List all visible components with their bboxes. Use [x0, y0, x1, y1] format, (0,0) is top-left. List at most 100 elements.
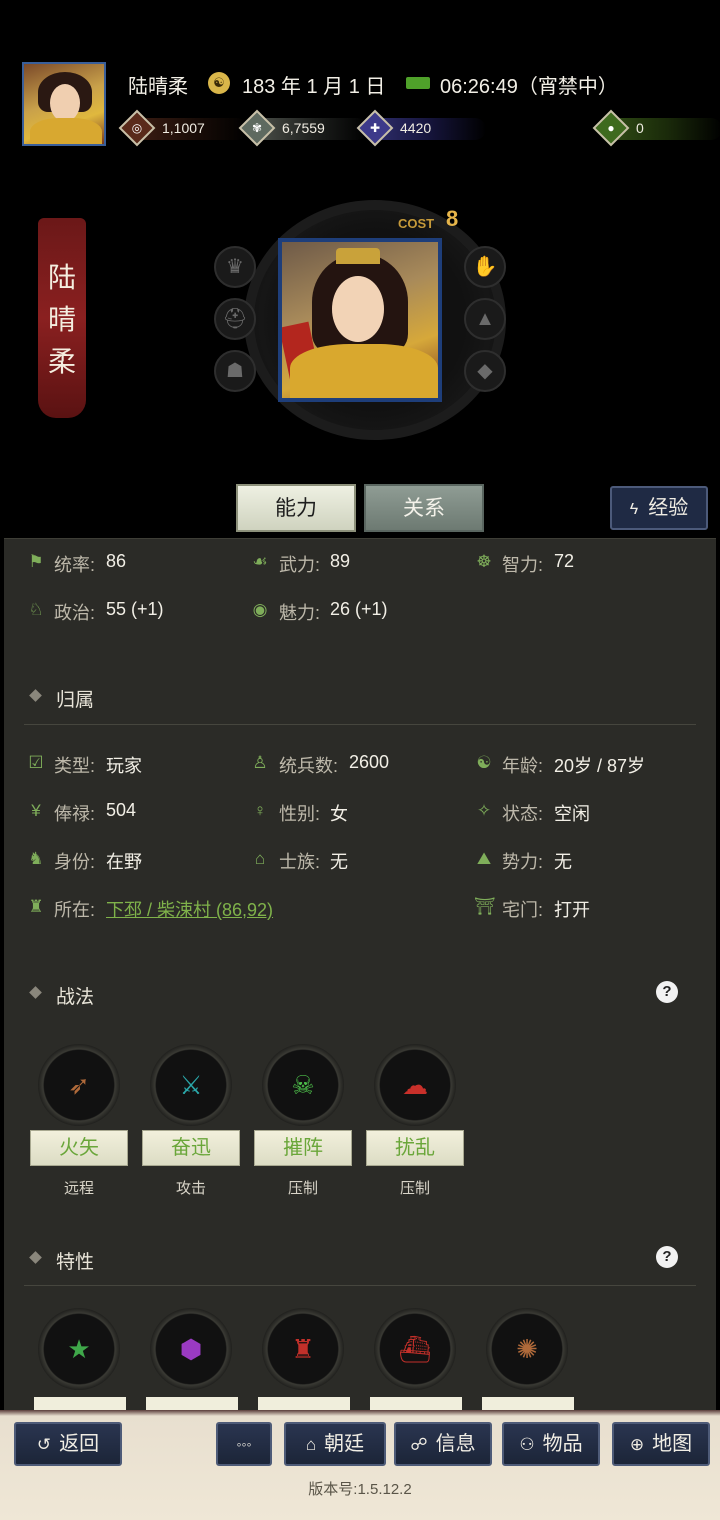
name-banner: 陆 晴 柔 — [38, 218, 86, 418]
trait-tag — [258, 1397, 350, 1411]
type-icon: ☑ — [28, 753, 44, 772]
info-label: 统兵数: — [279, 756, 339, 776]
trait-tag — [370, 1397, 462, 1411]
portrait-crown — [336, 248, 380, 264]
help-icon[interactable]: ? — [656, 1246, 678, 1268]
trait-tag — [34, 1397, 126, 1411]
trait-item[interactable]: ⬢ — [150, 1308, 232, 1390]
stat-label: 智力: — [502, 555, 544, 575]
stat-value: 55 (+1) — [106, 599, 164, 619]
cost-label: COST — [398, 216, 435, 231]
break-formation-icon: ☠ — [291, 1070, 315, 1100]
more-button[interactable]: ◦◦◦ — [216, 1422, 272, 1466]
muscle-icon: ☙ — [252, 552, 268, 571]
info-value: 504 — [106, 800, 137, 820]
tab-relation[interactable]: 关系 — [364, 484, 484, 532]
info-label: 俸禄: — [54, 804, 96, 824]
info-value: 在野 — [106, 852, 142, 872]
tactic-name[interactable]: 扰乱 — [366, 1130, 464, 1166]
tab-ability[interactable]: 能力 — [236, 484, 356, 532]
info-label: 士族: — [279, 852, 321, 872]
tactic-name[interactable]: 火矢 — [30, 1130, 128, 1166]
warship-icon: ⛴ — [398, 1334, 432, 1364]
name-char: 晴 — [47, 304, 76, 335]
explosion-icon: ✺ — [516, 1334, 538, 1364]
trait-item[interactable]: ⛴ — [374, 1308, 456, 1390]
section-title-traits: 特性 — [56, 1252, 95, 1273]
stat-value: 86 — [106, 551, 127, 571]
gate-icon: ⛩ — [474, 897, 496, 916]
fire-arrow-icon: ➶ — [68, 1070, 90, 1100]
detail-panel[interactable] — [4, 538, 716, 1421]
divider — [24, 724, 696, 725]
info-button[interactable]: ☍ 信息 — [394, 1422, 492, 1466]
horse-icon — [406, 77, 430, 89]
tactic-name[interactable]: 奋迅 — [142, 1130, 240, 1166]
portrait-robe — [290, 344, 438, 398]
crossed-swords-icon: ⚔ — [179, 1070, 203, 1100]
info-value: 2600 — [349, 752, 390, 772]
version-label: 版本号:1.5.12.2 — [308, 1481, 412, 1498]
troops-icon: ♙ — [252, 753, 268, 772]
graduation-cap-icon[interactable]: ◆ — [464, 350, 506, 392]
back-button[interactable]: ↺ 返回 — [14, 1422, 122, 1466]
player-avatar[interactable] — [22, 62, 106, 146]
brain-icon: ☸ — [476, 552, 492, 571]
grain-icon: ✾ — [238, 109, 276, 147]
money-bag-icon: ● — [592, 109, 630, 147]
tactic-type: 攻击 — [175, 1180, 206, 1197]
info-value: 女 — [330, 804, 348, 824]
tactic-type: 压制 — [287, 1180, 318, 1197]
player-name: 陆晴柔 — [128, 76, 188, 98]
trait-item[interactable]: ✺ — [486, 1308, 568, 1390]
portrait-face — [332, 276, 384, 342]
divider — [24, 1285, 696, 1286]
info-label: 身份: — [54, 852, 96, 872]
crown-icon[interactable]: ♛ — [214, 246, 256, 288]
resource-value: 0 — [636, 120, 644, 136]
gender-icon: ♀ — [253, 801, 267, 820]
tactic-break-formation[interactable]: ☠ — [262, 1044, 344, 1126]
helmet-icon[interactable]: ⛑ — [214, 298, 256, 340]
trait-item[interactable]: ♜ — [262, 1308, 344, 1390]
trait-tag — [146, 1397, 238, 1411]
info-label: 状态: — [502, 804, 544, 824]
info-label: 类型: — [54, 756, 96, 776]
trait-item[interactable]: ★ — [38, 1308, 120, 1390]
character-portrait — [278, 238, 442, 402]
stat-label: 政治: — [54, 603, 96, 623]
info-value: 20岁 / 87岁 — [554, 756, 646, 776]
name-char: 陆 — [47, 262, 76, 293]
resource-value: 4420 — [400, 120, 432, 136]
avatar-robe — [30, 118, 102, 144]
tactic-swift-strike[interactable]: ⚔ — [150, 1044, 232, 1126]
mask-icon[interactable]: ☗ — [214, 350, 256, 392]
hat-icon[interactable]: ▲ — [464, 298, 506, 340]
rock-icon: ⬢ — [179, 1334, 203, 1364]
help-icon[interactable]: ? — [656, 981, 678, 1003]
avatar-face — [50, 84, 80, 122]
politics-icon: ♘ — [28, 600, 44, 619]
salary-icon: ¥ — [31, 801, 41, 820]
back-arrow-icon: ↺ — [36, 1435, 52, 1454]
info-label: 性别: — [279, 804, 321, 824]
stat-value: 26 (+1) — [330, 599, 388, 619]
experience-button[interactable]: ϟ 经验 — [610, 486, 708, 530]
stat-label: 武力: — [279, 555, 321, 575]
status-icon: ✧ — [476, 801, 492, 820]
tactic-name[interactable]: 摧阵 — [254, 1130, 352, 1166]
palace-icon: ⌂ — [305, 1435, 317, 1454]
location-link[interactable]: 下邳 / 柴涑村 (86,92) — [106, 896, 273, 922]
resource-value: 1,1007 — [162, 120, 205, 136]
map-button[interactable]: ⊕ 地图 — [612, 1422, 710, 1466]
tactic-confusion[interactable]: ☁ — [374, 1044, 456, 1126]
identity-icon: ♞ — [28, 849, 44, 868]
tactic-fire-arrow[interactable]: ➶ — [38, 1044, 120, 1126]
info-value: 空闲 — [554, 804, 590, 824]
court-button[interactable]: ⌂ 朝廷 — [284, 1422, 386, 1466]
info-label: 宅门: — [502, 900, 544, 920]
hand-icon[interactable]: ✋ — [464, 246, 506, 288]
trait-tag — [482, 1397, 574, 1411]
info-value: 玩家 — [106, 756, 142, 776]
items-button[interactable]: ⚇ 物品 — [502, 1422, 600, 1466]
